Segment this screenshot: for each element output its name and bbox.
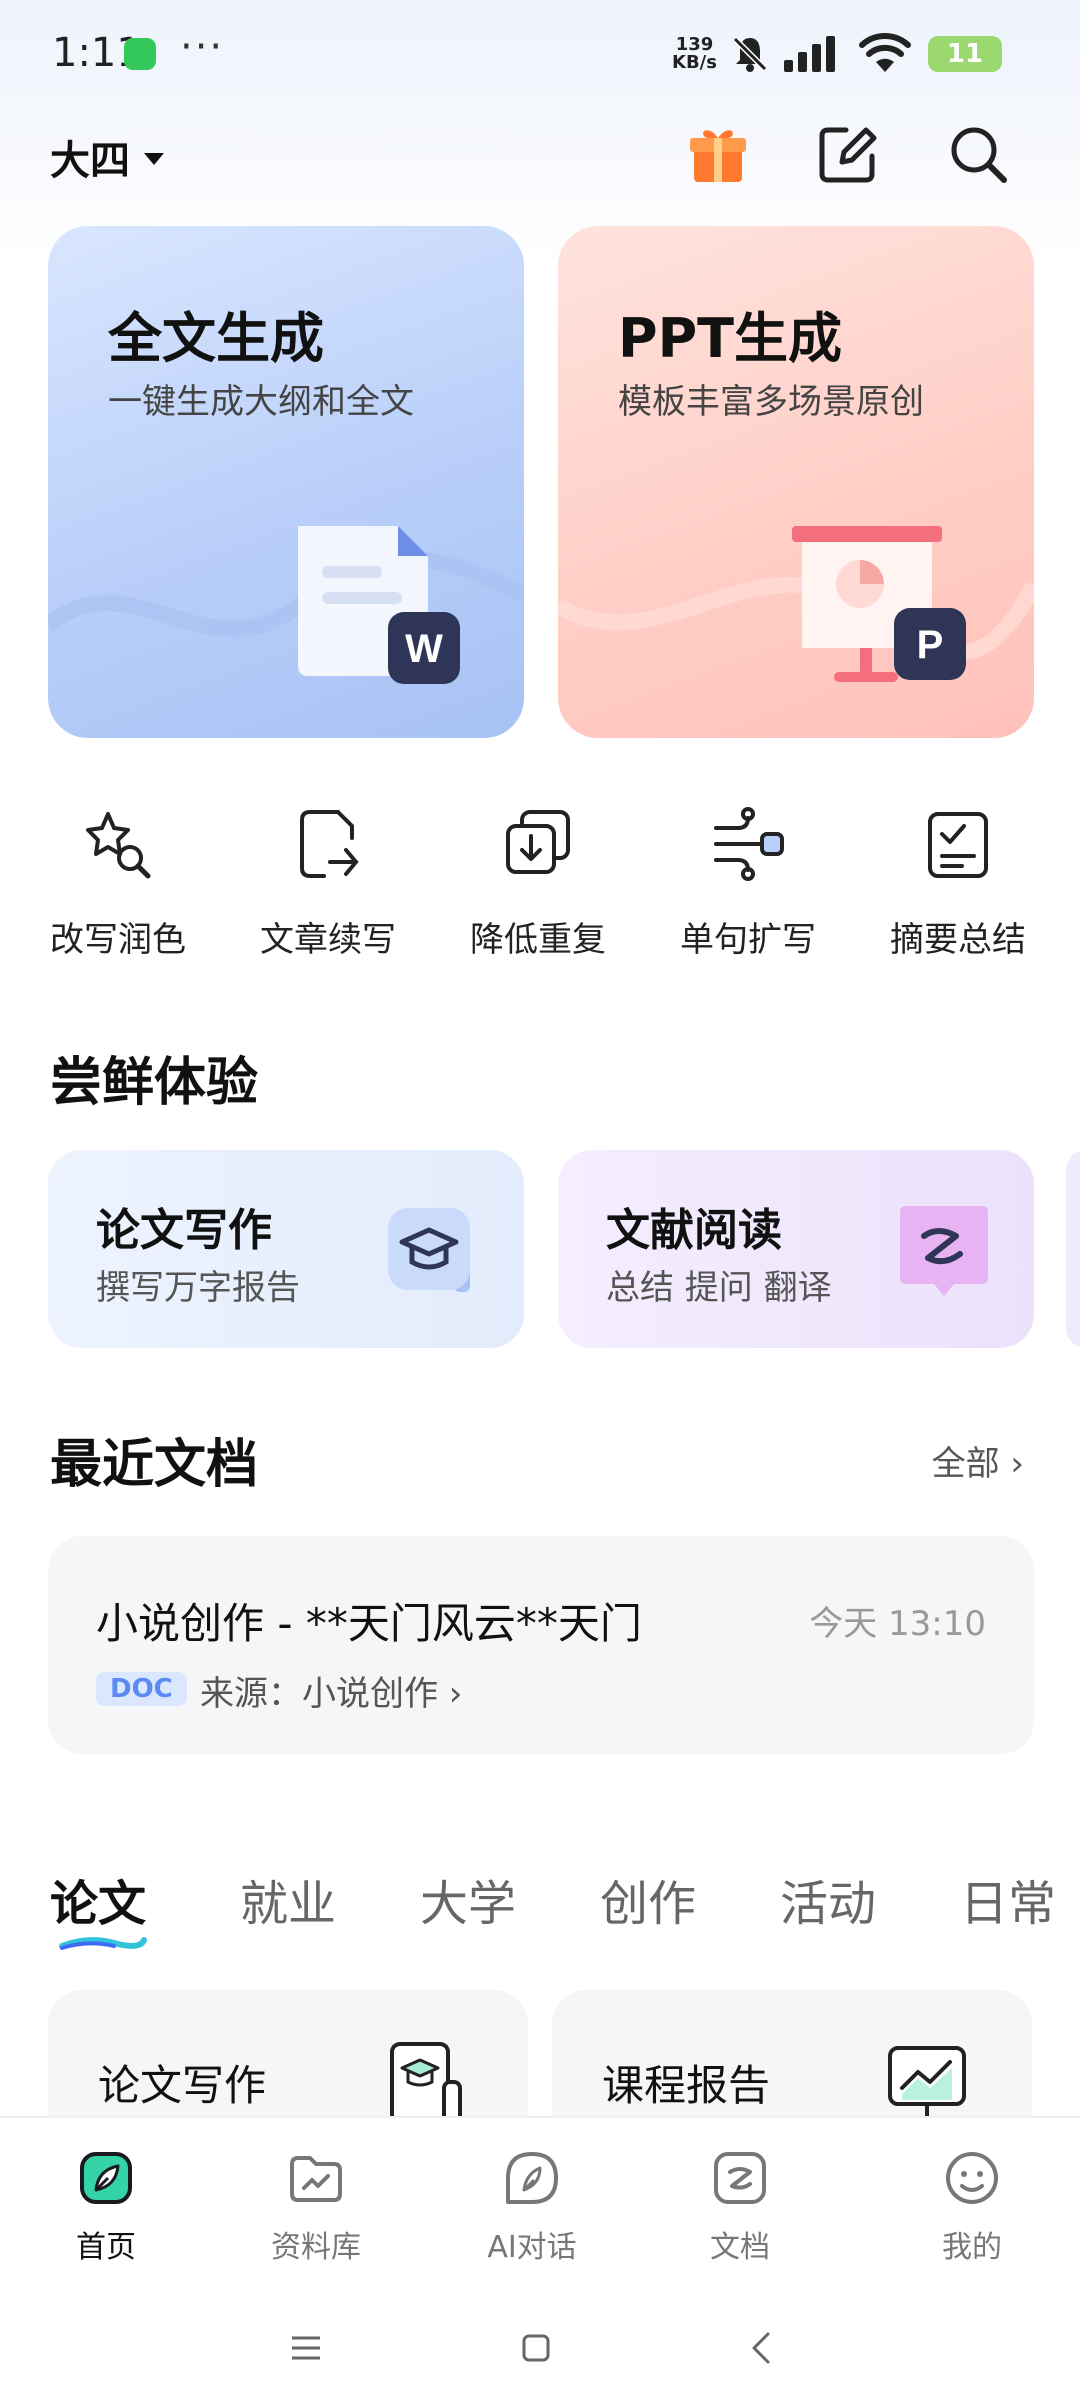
dedupe-icon <box>506 810 570 874</box>
view-all-link[interactable]: 全部 › <box>932 1436 1024 1485</box>
edit-icon[interactable] <box>816 122 880 186</box>
document-name: 小说创作 - **天门风云**天门 <box>96 1599 642 1648</box>
try-card-thesis-writing[interactable]: 论文写作 撰写万字报告 <box>48 1150 524 1348</box>
tab-label: 就业 <box>240 1876 337 1932</box>
sparkle-search-icon <box>86 812 151 879</box>
card-title: PPT生成 <box>618 307 842 370</box>
bell-muted-icon <box>732 36 768 72</box>
presentation-chart-icon <box>888 2046 966 2118</box>
tool-expand-sentence[interactable]: 单句扩写 <box>648 804 848 961</box>
tab-activity[interactable]: 活动 <box>780 1864 960 1934</box>
tab-label: 活动 <box>780 1876 877 1932</box>
grid-card-title: 论文写作 <box>98 2061 267 2110</box>
nav-documents[interactable]: 文档 <box>660 2148 820 2266</box>
tab-label: 大学 <box>420 1876 517 1932</box>
nav-label: 首页 <box>76 2230 136 2265</box>
message-notification-icon <box>124 38 156 70</box>
nav-label: 我的 <box>942 2230 1002 2265</box>
try-card-title: 论文写作 <box>96 1205 272 1256</box>
try-card-title: 文献阅读 <box>606 1205 782 1256</box>
home-leaf-icon <box>80 2152 132 2204</box>
reading-icon <box>900 1206 988 1296</box>
nav-profile[interactable]: 我的 <box>892 2148 1052 2266</box>
document-type-badge: DOC <box>96 1672 187 1706</box>
active-tab-underline <box>59 1937 147 1950</box>
word-document-icon: W <box>298 526 460 684</box>
nav-label: 资料库 <box>271 2230 361 2265</box>
wifi-icon <box>859 33 911 72</box>
nav-label: 文档 <box>710 2230 770 2265</box>
folder-icon <box>290 2156 342 2202</box>
full-text-generation-card[interactable]: 全文生成 一键生成大纲和全文 W <box>48 226 524 738</box>
try-card-literature-reading[interactable]: 文献阅读 总结 提问 翻译 <box>558 1150 1034 1348</box>
tab-daily[interactable]: 日常 <box>960 1864 1070 1934</box>
tab-university[interactable]: 大学 <box>420 1864 600 1934</box>
nav-library[interactable]: 资料库 <box>236 2148 396 2266</box>
document-time: 今天 13:10 <box>809 1604 986 1644</box>
tab-label: 创作 <box>600 1876 697 1932</box>
back-icon[interactable] <box>742 2328 782 2368</box>
grade-label: 大四 <box>50 138 130 184</box>
signal-icon <box>784 36 835 72</box>
try-card-subtitle: 总结 提问 翻译 <box>606 1268 832 1308</box>
caret-down-icon <box>144 153 164 165</box>
tool-label: 单句扩写 <box>680 920 816 960</box>
ppt-badge-letter: P <box>917 623 944 667</box>
ppt-generation-card[interactable]: PPT生成 模板丰富多场景原创 P <box>558 226 1034 738</box>
recent-section-title: 最近文档 <box>50 1435 259 1495</box>
tab-label: 论文 <box>50 1876 147 1932</box>
try-card-subtitle: 撰写万字报告 <box>96 1268 300 1308</box>
tool-label: 改写润色 <box>50 920 186 960</box>
tool-label: 文章续写 <box>260 920 396 960</box>
search-icon[interactable] <box>946 122 1010 186</box>
grade-selector[interactable]: 大四 <box>50 128 164 186</box>
tool-label: 摘要总结 <box>890 920 1026 960</box>
tool-reduce-duplication[interactable]: 降低重复 <box>438 804 638 961</box>
network-speed-unit: KB/s <box>672 52 717 73</box>
tab-thesis[interactable]: 论文 <box>50 1864 240 1950</box>
card-title: 全文生成 <box>108 307 324 370</box>
graduation-cap-icon <box>388 1208 470 1292</box>
presentation-icon: P <box>792 526 966 682</box>
bottom-navigation: 首页 资料库 AI对话 文档 我的 <box>0 2116 1080 2400</box>
gift-icon[interactable] <box>686 122 750 186</box>
tool-label: 降低重复 <box>470 920 606 960</box>
tab-label: 日常 <box>960 1876 1057 1932</box>
doc-continue-icon <box>300 810 359 878</box>
try-section-title: 尝鲜体验 <box>50 1053 259 1113</box>
ai-chat-icon <box>506 2152 558 2204</box>
nav-ai-chat[interactable]: AI对话 <box>452 2148 612 2266</box>
grid-card-title: 课程报告 <box>602 2061 771 2110</box>
try-card-next-peek[interactable] <box>1066 1150 1080 1348</box>
tool-rewrite-polish[interactable]: 改写润色 <box>18 804 218 961</box>
tab-employment[interactable]: 就业 <box>240 1864 420 1934</box>
word-badge-letter: W <box>405 627 443 671</box>
profile-face-icon <box>946 2152 998 2204</box>
battery-indicator: 11 <box>928 36 1002 72</box>
tool-continue-writing[interactable]: 文章续写 <box>228 804 428 961</box>
summary-icon <box>928 812 988 878</box>
expand-icon <box>714 807 784 881</box>
card-subtitle: 模板丰富多场景原创 <box>618 382 924 422</box>
home-screen: 1:11 ··· 139 KB/s 11 大四 全文生成 一键生成大纲和全文 W… <box>0 0 1080 2400</box>
nav-label: AI对话 <box>487 2230 577 2265</box>
system-navigation-bar <box>0 2320 1080 2380</box>
home-square-icon[interactable] <box>516 2328 556 2368</box>
nav-home[interactable]: 首页 <box>26 2148 186 2266</box>
tab-creation[interactable]: 创作 <box>600 1864 780 1934</box>
card-subtitle: 一键生成大纲和全文 <box>108 382 414 422</box>
thesis-icon <box>390 2042 462 2124</box>
network-speed: 139 KB/s <box>672 36 717 72</box>
tool-summary[interactable]: 摘要总结 <box>858 804 1058 961</box>
status-bar: 1:11 ··· 139 KB/s 11 <box>0 0 1080 110</box>
category-tabs: 论文 就业 大学 创作 活动 日常 <box>50 1864 1070 1950</box>
more-notifications-icon: ··· <box>180 24 225 70</box>
document-source-link[interactable]: 来源：小说创作 › <box>200 1666 462 1715</box>
recent-document-item[interactable]: 小说创作 - **天门风云**天门 今天 13:10 DOC 来源：小说创作 › <box>48 1536 1034 1754</box>
document-icon <box>714 2152 766 2204</box>
menu-icon[interactable] <box>286 2328 326 2368</box>
